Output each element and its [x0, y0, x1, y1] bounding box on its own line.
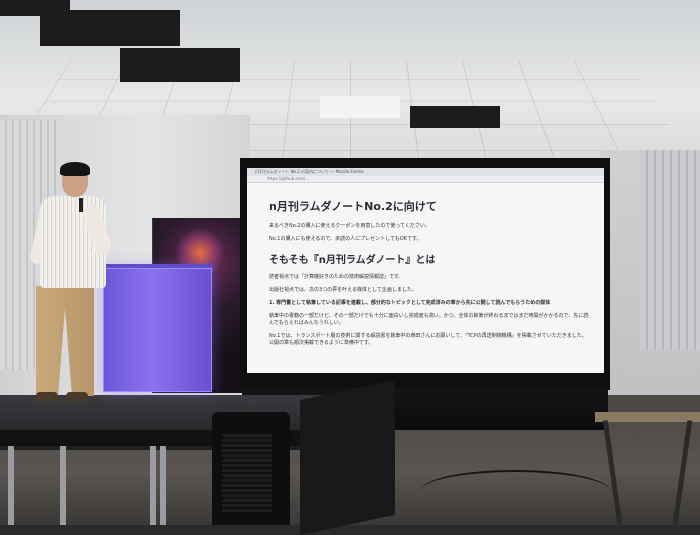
window-blinds-right [640, 150, 700, 350]
presenter-shoe [66, 392, 88, 401]
slide-list-item: 1. 専門書として執筆している記事を連載し、部分的なトピックとして完成済みの章か… [269, 300, 590, 307]
photo-scene: n月刊ラムダノート No.2 の案内について — Mozilla Firefox… [0, 0, 700, 525]
projection-screen: n月刊ラムダノート No.2 の案内について — Mozilla Firefox… [247, 168, 604, 373]
ceiling-light [320, 96, 400, 118]
browser-tab-bar: n月刊ラムダノート No.2 の案内について — Mozilla Firefox [247, 168, 604, 176]
slide-paragraph: 来るべきNo.2の購入に使えるクーポンを用意したので使ってください。 [269, 223, 590, 230]
slide-paragraph: No.1では、トランスポート層の技術に関する解説書を執筆中の西田さんにお願いして… [269, 333, 590, 347]
ceiling-opening [0, 0, 70, 16]
slide-heading-2: そもそも『n月刊ラムダノート』とは [269, 251, 590, 266]
slide-content: n月刊ラムダノートNo.2に向けて 来るべきNo.2の購入に使えるクーポンを用意… [247, 183, 604, 347]
ceiling-vent [410, 106, 500, 128]
slide-paragraph: 出版社視点では、次の3つの夢を叶える媒体として企画しました。 [269, 287, 590, 294]
stage-leg [150, 446, 156, 525]
ceiling-opening [120, 48, 240, 82]
stage-monitor [300, 380, 395, 535]
podium [103, 268, 212, 392]
stage-leg [160, 446, 166, 525]
slide-paragraph: No.1の購入にも使えるので、未読の人にプレゼントしてもOKです。 [269, 236, 590, 243]
stage-leg [60, 446, 66, 525]
presenter-hair [60, 162, 90, 176]
slide-heading-1: n月刊ラムダノートNo.2に向けて [269, 198, 590, 214]
slide-paragraph: 読者視点では「計算機好きのための技術解説情報誌」です。 [269, 274, 590, 281]
speaker-grill [222, 432, 272, 512]
microphone [79, 198, 83, 212]
presenter-shoe [36, 392, 58, 401]
floor-cable [420, 470, 610, 512]
stage-leg [8, 446, 14, 525]
slide-paragraph: 執筆中の書籍の一部だけど、その一部だけでも十分に面白いし完成度も高い。かつ、全体… [269, 313, 590, 327]
browser-url-bar: https://github.com/... [247, 176, 604, 183]
table-top [595, 412, 700, 422]
